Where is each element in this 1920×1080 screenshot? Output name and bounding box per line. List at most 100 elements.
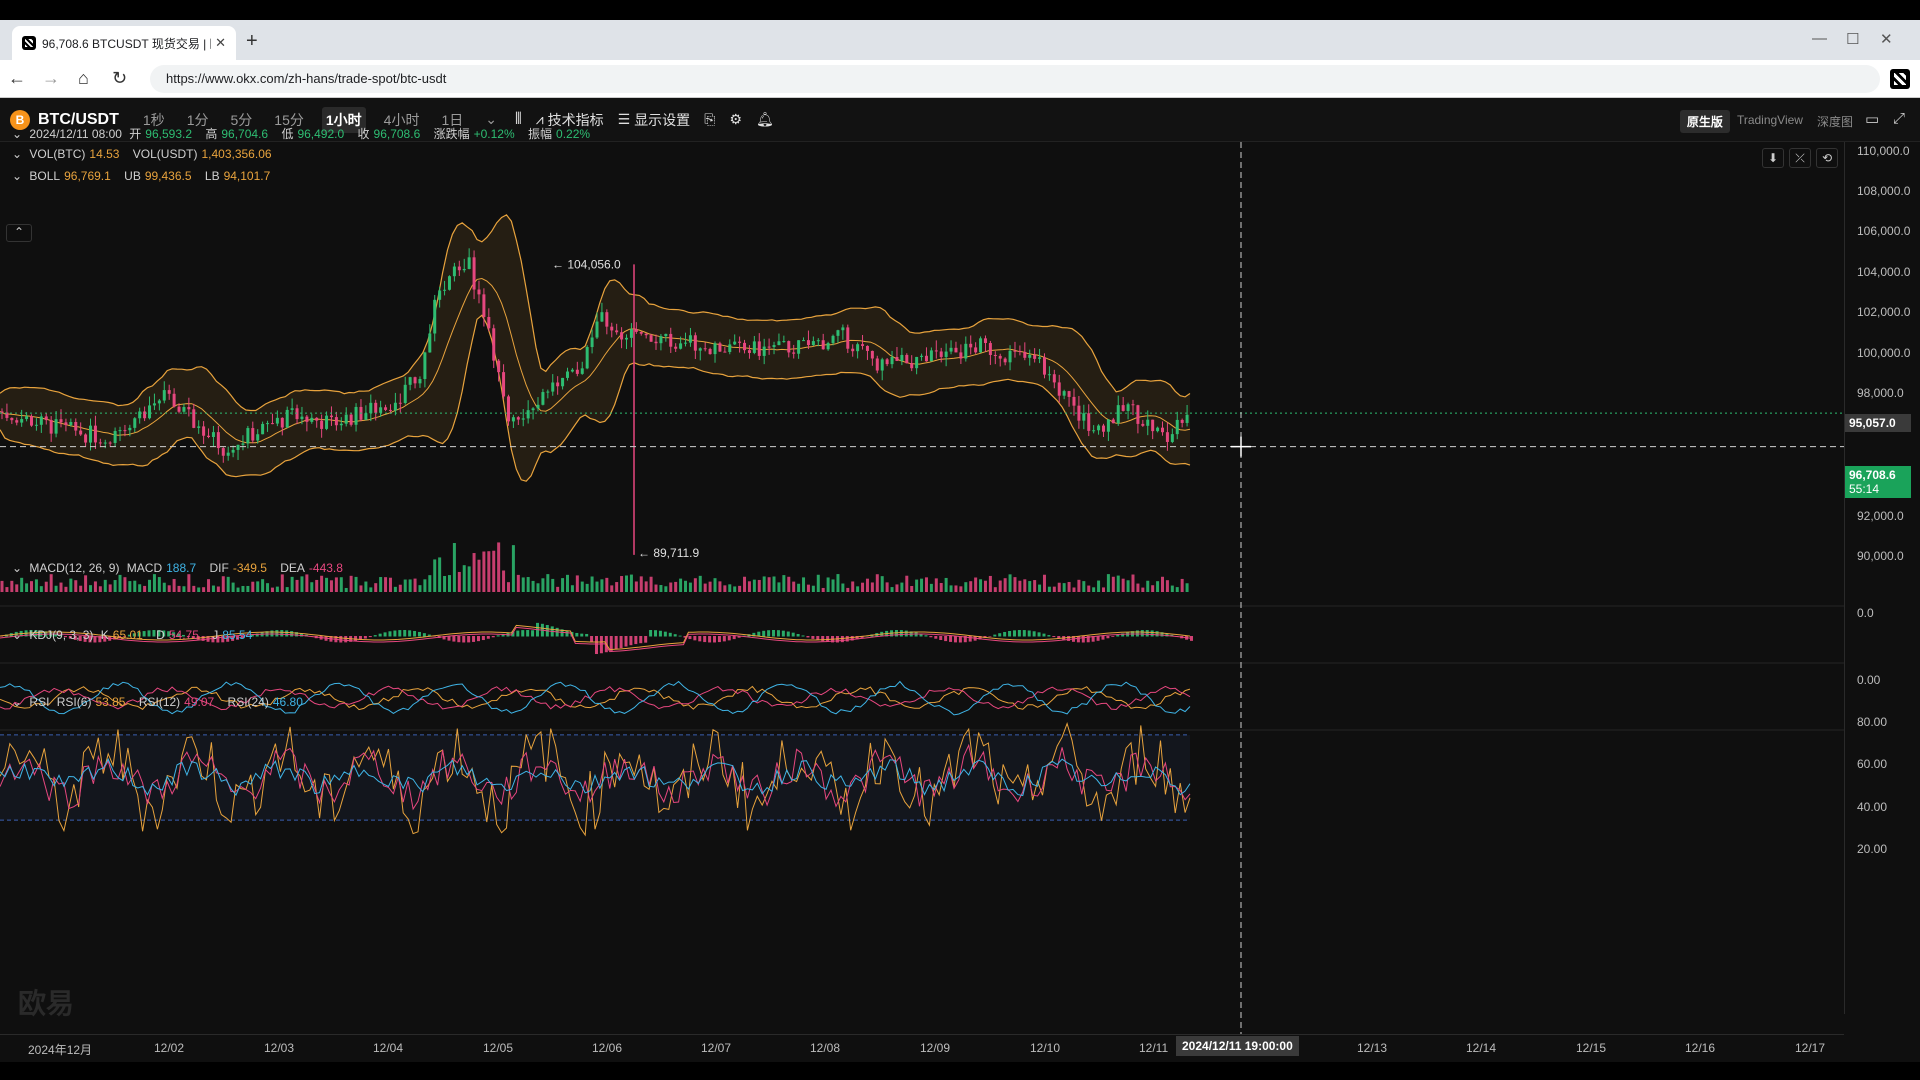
macd-histogram-bar bbox=[821, 636, 825, 642]
display-settings-button[interactable]: ☰ 显示设置 bbox=[618, 110, 691, 130]
download-icon[interactable]: ⬇ bbox=[1762, 148, 1784, 168]
volume-bar bbox=[266, 583, 270, 592]
volume-bar bbox=[752, 579, 756, 592]
candle-body bbox=[1131, 404, 1135, 406]
candle-body bbox=[969, 343, 973, 348]
boll-label: BOLL bbox=[29, 169, 61, 183]
volume-bar bbox=[836, 574, 840, 592]
view-tab-1[interactable]: TradingView bbox=[1730, 110, 1810, 133]
candle-body bbox=[934, 350, 938, 352]
macd-histogram-bar bbox=[654, 630, 658, 637]
volume-bar bbox=[1023, 579, 1027, 592]
template-icon[interactable]: ⎘ bbox=[704, 111, 715, 128]
home-icon[interactable]: ⌂ bbox=[78, 68, 89, 89]
macd-histogram-bar bbox=[1003, 631, 1007, 637]
macd-histogram-bar bbox=[403, 630, 407, 637]
candle-body bbox=[172, 393, 176, 407]
time-tick: 2024年12月 bbox=[28, 1043, 93, 1057]
volume-bar bbox=[531, 580, 535, 592]
price-tick: 104,000.0 bbox=[1857, 265, 1911, 279]
rsi12-value: 49.07 bbox=[184, 695, 215, 709]
candle-body bbox=[733, 341, 737, 345]
maximize-icon[interactable]: ☐ bbox=[1846, 30, 1859, 48]
view-tab-0[interactable]: 原生版 bbox=[1679, 110, 1730, 133]
dea-value: -443.8 bbox=[308, 561, 343, 575]
alert-bell-icon[interactable]: 🔔︎ bbox=[756, 111, 774, 128]
macd-histogram-bar bbox=[993, 634, 997, 637]
candle-body bbox=[59, 419, 63, 423]
volume-bar bbox=[20, 577, 24, 592]
layout-icon[interactable]: ▭ bbox=[1865, 110, 1879, 128]
candle-body bbox=[580, 368, 584, 374]
candle-body bbox=[393, 402, 397, 411]
reload-icon[interactable]: ↻ bbox=[112, 68, 127, 89]
collapse-icon[interactable]: ⤫ bbox=[1789, 148, 1811, 168]
volume-bar bbox=[551, 578, 555, 592]
price-chart[interactable]: ← 104,056.0 ← 89,711.9 bbox=[0, 142, 1844, 1034]
collapse-legend-button[interactable]: ⌃ bbox=[6, 224, 32, 242]
candle-body bbox=[797, 340, 801, 354]
volume-bar bbox=[344, 587, 348, 592]
candle-body bbox=[443, 289, 447, 291]
candle-body bbox=[767, 346, 771, 348]
candle-body bbox=[595, 321, 599, 338]
change-value: +0.12% bbox=[473, 127, 515, 141]
candle-body bbox=[25, 416, 29, 420]
candle-body bbox=[772, 345, 776, 348]
dea-label: DEA bbox=[280, 561, 305, 575]
candle-body bbox=[998, 355, 1002, 359]
back-icon[interactable]: ← bbox=[8, 68, 26, 89]
candle-body bbox=[398, 402, 402, 404]
close-window-icon[interactable]: ✕ bbox=[1880, 30, 1893, 48]
volume-bar bbox=[487, 551, 491, 592]
kdj-axis-tick: 0.00 bbox=[1857, 673, 1881, 687]
browser-tab[interactable]: 96,708.6 BTCUSDT 现货交易 | 欧... ✕ bbox=[12, 26, 236, 60]
new-tab-icon[interactable]: + bbox=[246, 30, 258, 53]
volume-bar bbox=[1121, 578, 1125, 592]
window-top-edge bbox=[0, 0, 1920, 20]
volume-bar bbox=[580, 581, 584, 592]
minimize-icon[interactable]: — bbox=[1812, 30, 1827, 47]
cursor-time-label: 2024/12/11 19:00:00 bbox=[1176, 1036, 1299, 1056]
macd-histogram-bar bbox=[698, 636, 702, 642]
volume-bar bbox=[556, 586, 560, 592]
open-value: 96,593.2 bbox=[145, 127, 193, 141]
volume-bar bbox=[1165, 580, 1169, 592]
volume-bar bbox=[251, 581, 255, 592]
volume-bar bbox=[659, 585, 663, 592]
candle-body bbox=[261, 423, 265, 435]
forward-icon[interactable]: → bbox=[42, 68, 60, 89]
volume-bar bbox=[1057, 582, 1061, 592]
macd-histogram-bar bbox=[732, 636, 736, 640]
rsi6-value: 53.85 bbox=[95, 695, 126, 709]
reset-icon[interactable]: ⟲ bbox=[1816, 148, 1838, 168]
volume-bar bbox=[290, 576, 294, 592]
volume-bar bbox=[1013, 577, 1017, 592]
volume-bar bbox=[861, 582, 865, 592]
view-tab-2[interactable]: 深度图 bbox=[1810, 110, 1860, 133]
volume-bar bbox=[615, 582, 619, 592]
volume-bar bbox=[59, 582, 63, 592]
volume-bar bbox=[310, 582, 314, 592]
volume-bar bbox=[192, 585, 196, 592]
close-tab-icon[interactable]: ✕ bbox=[215, 35, 226, 51]
okx-extension-icon[interactable] bbox=[1890, 69, 1910, 89]
candle-body bbox=[698, 348, 702, 351]
candle-body bbox=[270, 423, 274, 425]
volume-bar bbox=[374, 583, 378, 592]
volume-bar bbox=[1082, 581, 1086, 592]
candle-body bbox=[133, 418, 137, 428]
volume-bar bbox=[64, 586, 68, 592]
volume-bar bbox=[920, 578, 924, 592]
gear-icon[interactable]: ⚙ bbox=[729, 111, 742, 128]
url-input[interactable]: https://www.okx.com/zh-hans/trade-spot/b… bbox=[150, 65, 1880, 93]
candle-body bbox=[1077, 405, 1081, 421]
fullscreen-icon[interactable]: ⤢ bbox=[1893, 110, 1905, 127]
time-axis[interactable]: 2024年12月 12/02 12/03 12/04 12/05 12/06 12/07 12… bbox=[0, 1034, 1844, 1058]
candle-body bbox=[679, 343, 683, 349]
candle-body bbox=[944, 351, 948, 357]
view-switcher: 原生版 TradingView 深度图 bbox=[1679, 110, 1860, 133]
price-axis[interactable]: 110,000.0 108,000.0 106,000.0 104,000.0 102,… bbox=[1844, 142, 1920, 1014]
volume-bar bbox=[187, 574, 191, 592]
volume-bar bbox=[123, 577, 127, 592]
